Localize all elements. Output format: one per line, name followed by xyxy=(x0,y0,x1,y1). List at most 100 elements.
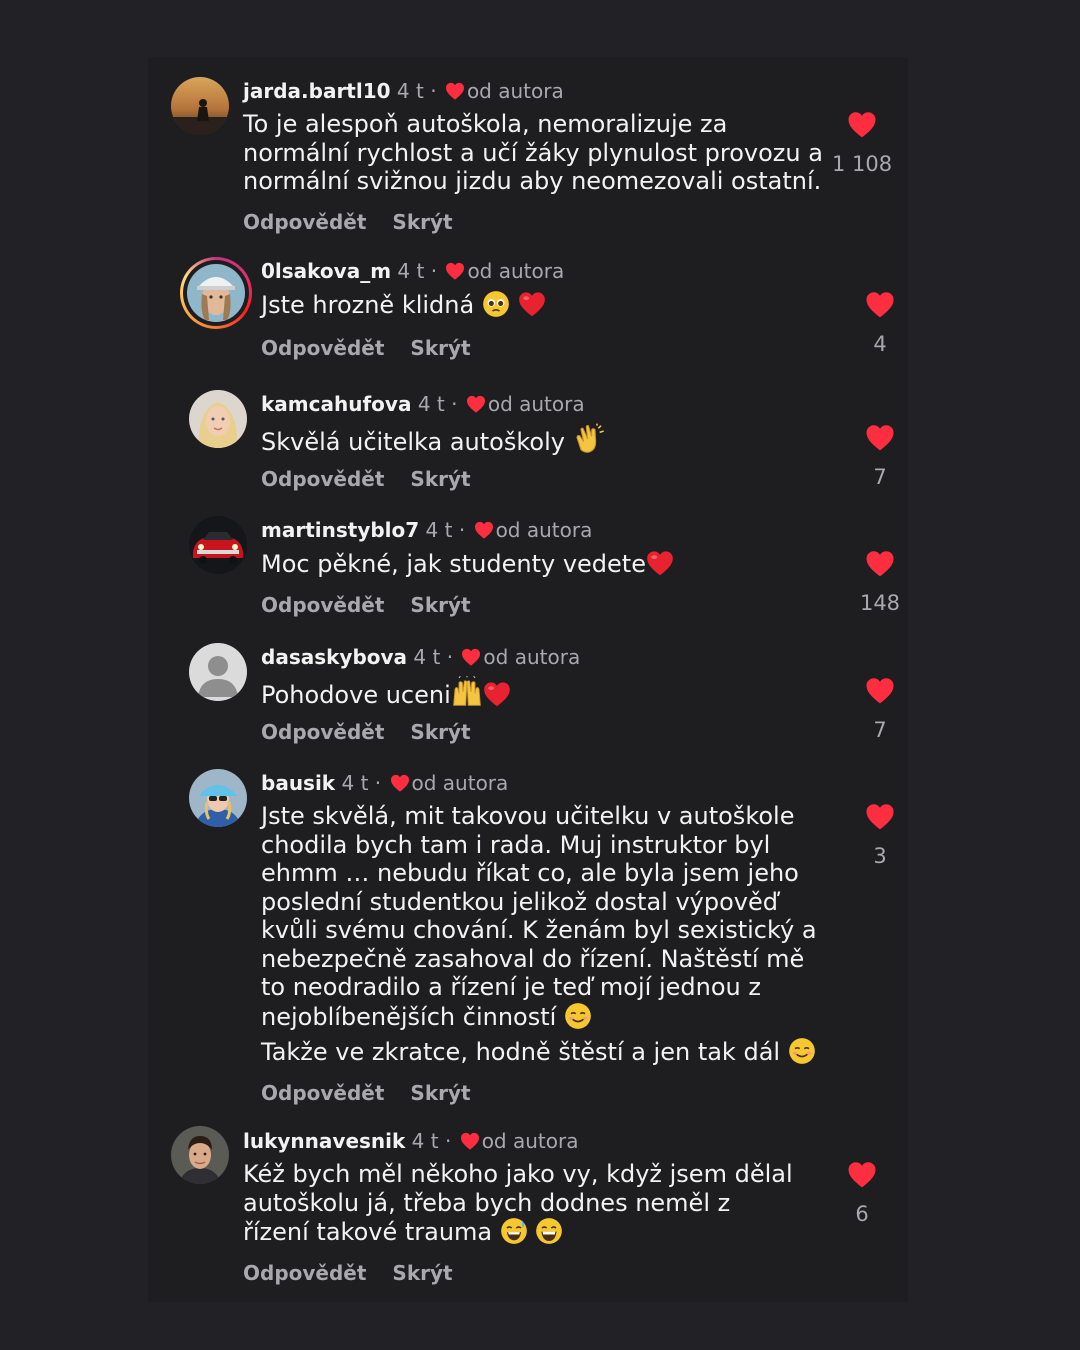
blue-hat-avatar[interactable] xyxy=(189,769,247,827)
comment-text-2: Takže ve zkratce, hodně štěstí a jen tak… xyxy=(261,1038,781,1066)
username[interactable]: bausik xyxy=(261,771,335,795)
like-heart-icon[interactable] xyxy=(865,677,895,704)
hide-button[interactable]: Skrýt xyxy=(410,1081,470,1105)
comment-meta: dasaskybova 4 t · od autora xyxy=(261,645,581,669)
author-label: od autora xyxy=(483,645,581,669)
reply-button[interactable]: Odpovědět xyxy=(261,467,384,491)
like-control[interactable]: 1 108 xyxy=(832,111,892,176)
like-count: 148 xyxy=(859,591,901,615)
author-heart-icon xyxy=(474,521,494,539)
username[interactable]: 0lsakova_m xyxy=(261,259,391,283)
like-heart-icon[interactable] xyxy=(847,1161,877,1188)
comment-text-line: Skvělá učitelka autoškoly xyxy=(261,423,841,457)
red-heart-icon xyxy=(483,680,511,708)
comment-text-line-2: Takže ve zkratce, hodně štěstí a jen tak… xyxy=(261,1037,831,1067)
hide-button[interactable]: Skrýt xyxy=(410,593,470,617)
pleading-face-icon xyxy=(483,291,509,317)
comment-text: Jste hrozně klidná xyxy=(261,291,475,319)
comment-text-line: Pohodove uceni xyxy=(261,676,841,710)
smiling-face-icon xyxy=(788,1038,815,1064)
timestamp: 4 t xyxy=(396,79,424,103)
timestamp: 4 t xyxy=(341,771,369,795)
comment-text: Moc pěkné, jak studenty vedete xyxy=(261,550,646,578)
username[interactable]: martinstyblo7 xyxy=(261,518,419,542)
comment-meta: 0lsakova_m 4 t · od autora xyxy=(261,259,565,283)
username[interactable]: lukynnavesnik xyxy=(243,1129,405,1153)
comment-text: Jste skvělá, mit takovou učitelku v auto… xyxy=(261,802,817,1031)
author-label: od autora xyxy=(467,259,565,283)
comment-meta: martinstyblo7 4 t · od autora xyxy=(261,518,593,542)
red-heart-icon xyxy=(518,290,546,318)
like-count: 1 108 xyxy=(832,152,893,176)
woman-cap-avatar[interactable] xyxy=(187,264,245,322)
author-heart-icon xyxy=(390,774,410,792)
author-heart-icon xyxy=(445,262,465,280)
like-heart-icon[interactable] xyxy=(865,424,895,451)
reply-button[interactable]: Odpovědět xyxy=(261,1081,384,1105)
hide-button[interactable]: Skrýt xyxy=(410,467,470,491)
sunset-avatar[interactable] xyxy=(171,77,229,135)
like-control[interactable]: 3 xyxy=(850,803,910,868)
author-label: od autora xyxy=(411,771,509,795)
comment-actions: Odpovědět Skrýt xyxy=(261,592,497,618)
young-man-avatar[interactable] xyxy=(171,1126,229,1184)
like-control[interactable]: 7 xyxy=(850,424,910,489)
username[interactable]: dasaskybova xyxy=(261,645,407,669)
like-heart-icon[interactable] xyxy=(847,111,877,138)
timestamp: 4 t xyxy=(411,1129,439,1153)
default-user-avatar[interactable] xyxy=(189,643,247,701)
like-heart-icon[interactable] xyxy=(865,291,895,318)
timestamp: 4 t xyxy=(397,259,425,283)
comment-meta: bausik 4 t · od autora xyxy=(261,771,509,795)
raising-hands-icon xyxy=(452,676,481,706)
author-label: od autora xyxy=(466,79,564,103)
reply-button[interactable]: Odpovědět xyxy=(243,210,366,234)
grinning-face-icon xyxy=(536,1218,563,1244)
username[interactable]: kamcahufova xyxy=(261,392,411,416)
story-ring[interactable] xyxy=(180,257,252,329)
like-count: 3 xyxy=(873,844,887,868)
comment-meta: jarda.bartl10 4 t · od autora xyxy=(243,79,564,103)
grinning-sweat-icon xyxy=(500,1218,527,1244)
timestamp: 4 t xyxy=(413,645,441,669)
comment-text-block: Jste skvělá, mit takovou učitelku v auto… xyxy=(261,802,831,1031)
comment-actions: Odpovědět Skrýt xyxy=(261,1080,497,1106)
comment-text-line: Jste hrozně klidná xyxy=(261,290,841,320)
hide-button[interactable]: Skrýt xyxy=(392,1261,452,1285)
hide-button[interactable]: Skrýt xyxy=(410,336,470,360)
smiling-face-icon xyxy=(565,1002,591,1029)
comment-text-line: Moc pěkné, jak studenty vedete xyxy=(261,549,841,579)
author-label: od autora xyxy=(487,392,585,416)
comment-meta: lukynnavesnik 4 t · od autora xyxy=(243,1129,579,1153)
like-control[interactable]: 6 xyxy=(832,1161,892,1226)
blonde-woman-avatar[interactable] xyxy=(189,390,247,448)
red-car-avatar[interactable] xyxy=(189,516,247,574)
like-count: 7 xyxy=(873,718,887,742)
like-control[interactable]: 148 xyxy=(850,550,910,615)
author-label: od autora xyxy=(481,1129,579,1153)
like-count: 7 xyxy=(873,465,887,489)
like-heart-icon[interactable] xyxy=(865,550,895,577)
author-label: od autora xyxy=(495,518,593,542)
reply-button[interactable]: Odpovědět xyxy=(261,720,384,744)
like-heart-icon[interactable] xyxy=(865,803,895,830)
like-count: 4 xyxy=(873,332,887,356)
hide-button[interactable]: Skrýt xyxy=(410,720,470,744)
like-control[interactable]: 7 xyxy=(850,677,910,742)
reply-button[interactable]: Odpovědět xyxy=(261,336,384,360)
comment-text: Pohodove uceni xyxy=(261,681,451,709)
like-control[interactable]: 4 xyxy=(850,291,910,356)
comment-actions: Odpovědět Skrýt xyxy=(243,1260,479,1286)
author-heart-icon xyxy=(466,395,486,413)
comment-meta: kamcahufova 4 t · od autora xyxy=(261,392,585,416)
comment-actions: Odpovědět Skrýt xyxy=(261,335,497,361)
reply-button[interactable]: Odpovědět xyxy=(243,1261,366,1285)
hide-button[interactable]: Skrýt xyxy=(392,210,452,234)
comment-actions: Odpovědět Skrýt xyxy=(261,719,497,745)
comment-text: To je alespoň autoškola, nemoralizuje za… xyxy=(243,110,823,195)
red-heart-icon xyxy=(646,549,674,577)
reply-button[interactable]: Odpovědět xyxy=(261,593,384,617)
username[interactable]: jarda.bartl10 xyxy=(243,79,391,103)
author-heart-icon xyxy=(460,1132,480,1150)
comment-text-block: Kéž bych měl někoho jako vy, když jsem d… xyxy=(243,1160,793,1247)
